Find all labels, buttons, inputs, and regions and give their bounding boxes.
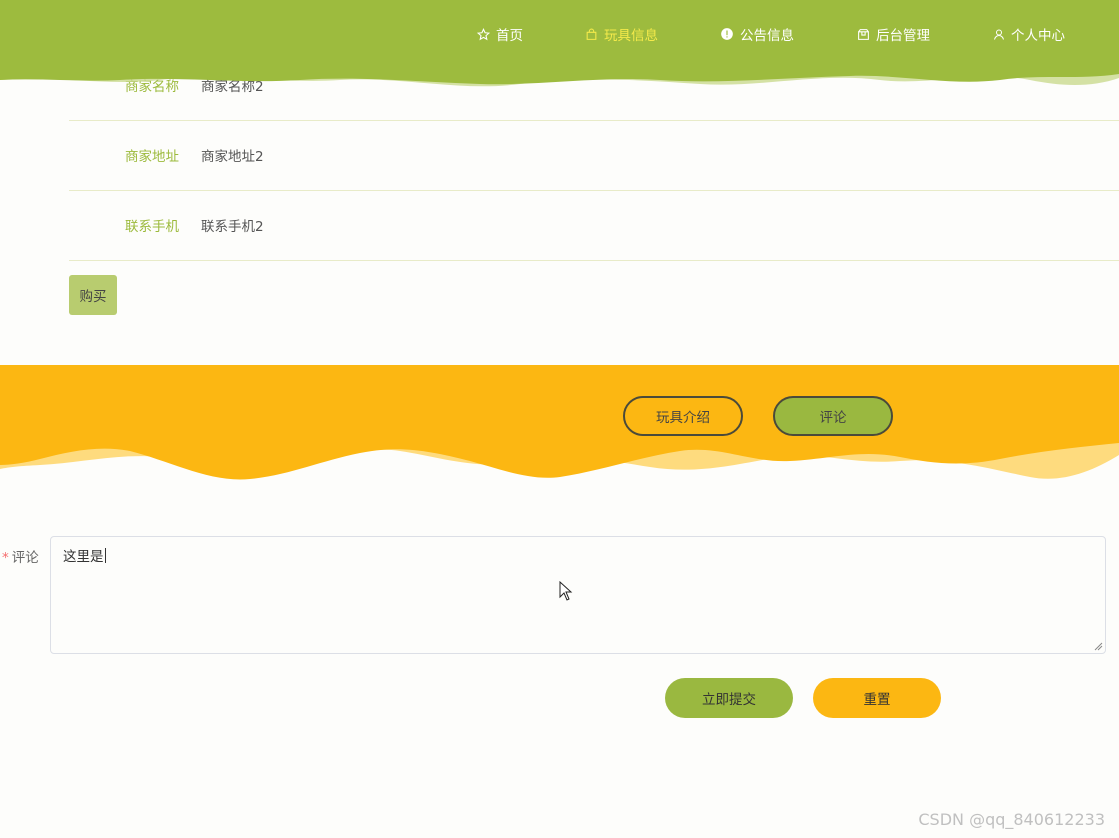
tab-comment[interactable]: 评论: [773, 396, 893, 436]
nav-item-toy-info[interactable]: 玩具信息: [585, 24, 658, 44]
detail-row-contact-phone: 联系手机 联系手机2: [69, 190, 1119, 261]
required-mark: *: [2, 550, 9, 566]
comment-textarea[interactable]: 这里是: [50, 536, 1106, 654]
tab-toy-intro[interactable]: 玩具介绍: [623, 396, 743, 436]
navbar-wave-background: [0, 0, 1119, 87]
detail-row-merchant-address: 商家地址 商家地址2: [69, 120, 1119, 191]
tab-band: 玩具介绍 评论: [0, 365, 1119, 490]
main-nav: 首页 玩具信息 公告信息 后台管理 个人中心: [0, 24, 1119, 46]
submit-button[interactable]: 立即提交: [665, 678, 793, 718]
nav-item-label: 公告信息: [740, 28, 794, 44]
watermark: CSDN @qq_840612233: [918, 810, 1105, 829]
nav-item-admin[interactable]: 后台管理: [857, 24, 930, 44]
reset-button[interactable]: 重置: [813, 678, 941, 718]
detail-label: 联系手机: [125, 219, 179, 235]
comment-label-text: 评论: [11, 550, 39, 566]
nav-item-label: 首页: [496, 28, 523, 44]
buy-button[interactable]: 购买: [69, 275, 117, 315]
text-caret: [104, 548, 106, 563]
nav-item-home[interactable]: 首页: [477, 24, 523, 44]
nav-item-label: 个人中心: [1011, 28, 1065, 44]
detail-value: 联系手机2: [201, 219, 264, 235]
nav-item-notices[interactable]: 公告信息: [720, 24, 794, 44]
detail-value: 商家地址2: [201, 149, 264, 165]
detail-label: 商家地址: [125, 149, 179, 165]
nav-item-label: 后台管理: [876, 28, 930, 44]
top-navbar: 首页 玩具信息 公告信息 后台管理 个人中心: [0, 0, 1119, 96]
info-icon: [721, 28, 733, 40]
mouse-pointer-icon: [559, 581, 573, 601]
user-icon: [994, 29, 1004, 40]
comment-label: * 评论: [2, 546, 39, 566]
comment-text: 这里是: [63, 549, 104, 565]
resize-handle-icon[interactable]: [1094, 642, 1103, 651]
nav-item-profile[interactable]: 个人中心: [993, 24, 1065, 44]
band-wave-background: [0, 365, 1119, 480]
nav-item-label: 玩具信息: [604, 28, 658, 44]
box-icon: [858, 28, 869, 40]
bag-icon: [586, 28, 597, 40]
star-icon: [477, 27, 490, 40]
